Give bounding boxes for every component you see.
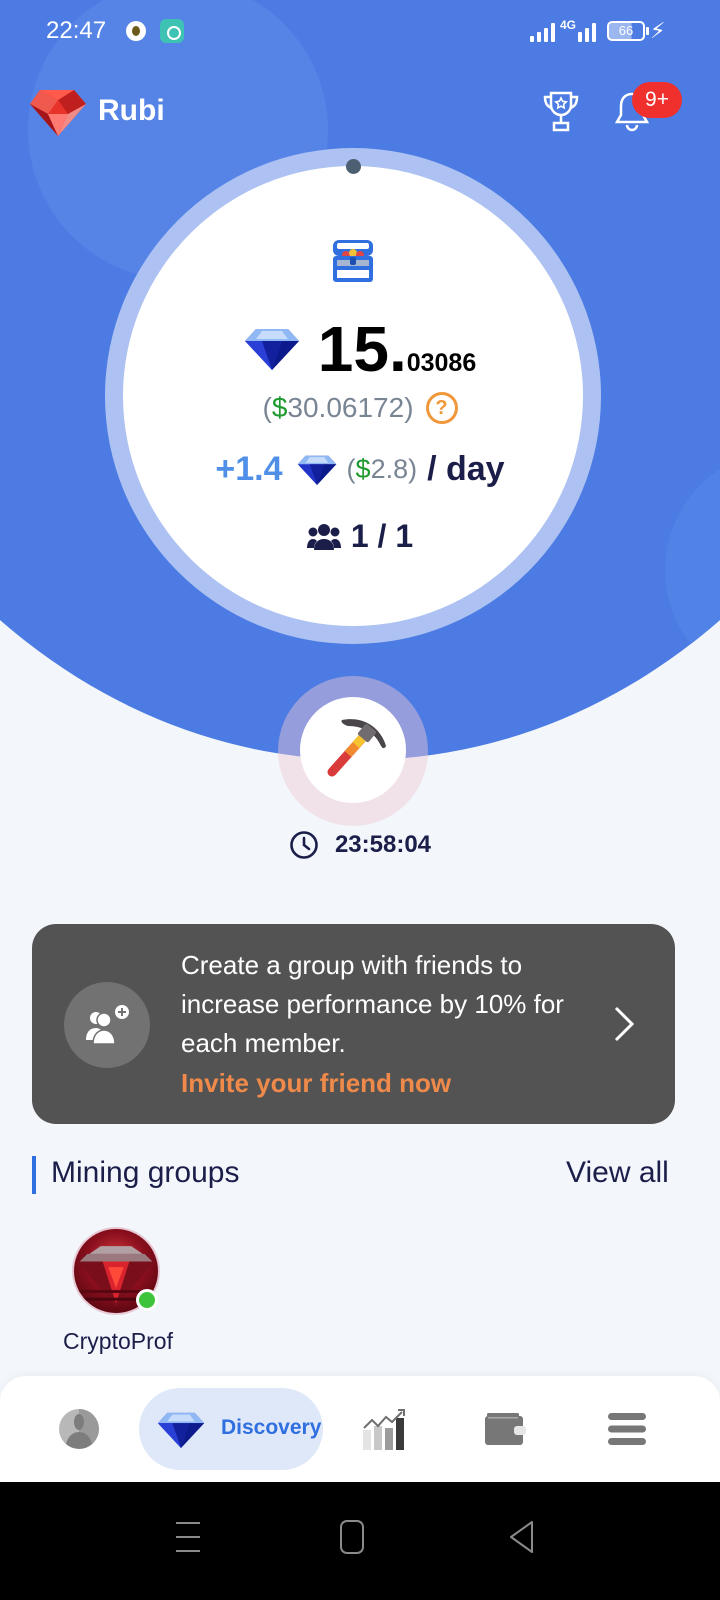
members-count: 1 / 1 bbox=[0, 518, 720, 555]
nav-label-discovery: Discovery bbox=[221, 1416, 322, 1439]
ruby-gem-icon bbox=[30, 90, 86, 136]
rate-usd: ($2.8) bbox=[347, 454, 418, 485]
section-title: Mining groups bbox=[51, 1156, 240, 1189]
rate-usd-symbol: $ bbox=[355, 454, 371, 484]
bolt-icon: ⚡ bbox=[650, 18, 666, 43]
brand-name: Rubi bbox=[98, 94, 165, 127]
battery-icon: 66 bbox=[607, 21, 649, 41]
group-name: CryptoProf bbox=[63, 1328, 173, 1354]
balance-decimals: 03086 bbox=[406, 349, 477, 377]
rate-usd-value: 2.8) bbox=[370, 454, 418, 484]
menu-icon[interactable] bbox=[608, 1412, 646, 1446]
recent-apps-icon[interactable] bbox=[175, 1520, 201, 1554]
countdown-value: 23:58:04 bbox=[334, 831, 432, 858]
invite-promo-card[interactable]: Create a group with friends to increase … bbox=[32, 924, 675, 1124]
clock-icon bbox=[290, 831, 318, 859]
signal-icon bbox=[530, 22, 555, 42]
app-bar: Rubi 9+ bbox=[0, 80, 720, 144]
members-value: 1 / 1 bbox=[350, 518, 414, 554]
system-navigation-bar bbox=[0, 1482, 720, 1600]
notification-app-icon bbox=[160, 19, 184, 43]
invite-friend-link[interactable]: Invite your friend now bbox=[181, 1068, 451, 1099]
notification-badge: 9+ bbox=[632, 82, 682, 118]
treasure-chest-icon[interactable] bbox=[331, 238, 375, 284]
pickaxe-icon[interactable] bbox=[322, 712, 392, 782]
nav-item-discovery[interactable]: Discovery bbox=[139, 1388, 323, 1470]
gem-icon bbox=[157, 1412, 205, 1448]
rate-period: / day bbox=[427, 450, 505, 488]
online-status-dot bbox=[136, 1289, 158, 1311]
sapphire-gem-icon bbox=[297, 455, 336, 485]
help-icon[interactable]: ? bbox=[425, 392, 458, 424]
add-group-icon-wrap bbox=[64, 982, 150, 1068]
balance-usd: ( $ 30.06172 ) ? bbox=[0, 392, 720, 424]
trophy-icon[interactable] bbox=[542, 90, 580, 134]
profile-icon[interactable] bbox=[58, 1408, 100, 1450]
usd-symbol: $ bbox=[271, 392, 288, 423]
status-time: 22:47 bbox=[46, 17, 107, 44]
back-icon[interactable] bbox=[508, 1520, 536, 1554]
status-bar: 22:47 4G 66 ⚡ bbox=[0, 0, 720, 62]
mining-rate: +1.4 ($2.8) / day bbox=[0, 450, 720, 489]
signal-icon bbox=[578, 22, 596, 42]
notification-app-icon bbox=[126, 21, 146, 41]
rate-value: +1.4 bbox=[215, 450, 283, 488]
home-icon[interactable] bbox=[340, 1520, 364, 1554]
mining-timer: 23:58:04 bbox=[0, 830, 720, 860]
view-all-link[interactable]: View all bbox=[566, 1156, 669, 1190]
promo-text: Create a group with friends to increase … bbox=[181, 950, 564, 1058]
chart-icon[interactable] bbox=[362, 1408, 406, 1450]
users-icon bbox=[306, 523, 341, 550]
balance-display: 15. 03086 bbox=[0, 312, 720, 386]
wallet-icon[interactable] bbox=[484, 1412, 526, 1446]
network-type: 4G bbox=[560, 18, 577, 32]
bottom-navigation: Discovery bbox=[0, 1376, 720, 1482]
usd-close: ) bbox=[404, 392, 414, 423]
usd-value: 30.06172 bbox=[287, 392, 405, 423]
add-group-icon bbox=[86, 1005, 129, 1045]
chevron-right-icon[interactable] bbox=[612, 1004, 638, 1044]
usd-open: ( bbox=[262, 392, 272, 423]
progress-indicator-dot bbox=[346, 159, 361, 174]
sapphire-gem-icon bbox=[244, 329, 299, 370]
rate-usd-open: ( bbox=[346, 454, 356, 484]
balance-integer: 15. bbox=[317, 313, 407, 385]
section-accent-bar bbox=[32, 1156, 36, 1194]
